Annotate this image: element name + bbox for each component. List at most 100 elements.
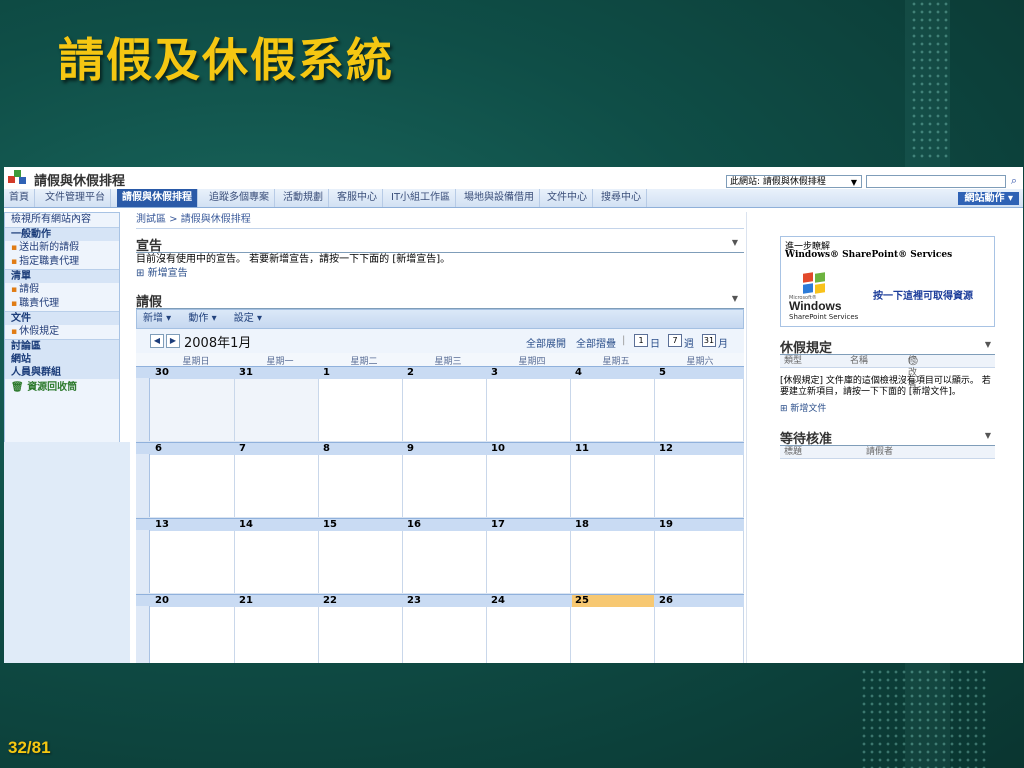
tab-room-equipment[interactable]: 場地與設備借用 bbox=[459, 189, 540, 207]
breadcrumb[interactable]: 測試區 > 請假與休假排程 bbox=[136, 212, 744, 229]
week-day-cells[interactable] bbox=[136, 531, 744, 594]
quicklaunch-header-people[interactable]: 人員與群組 bbox=[5, 366, 119, 379]
decor-dots bbox=[910, 0, 950, 160]
week-gutter bbox=[136, 454, 150, 517]
day-number[interactable]: 13 bbox=[152, 519, 169, 531]
calendar-week: 30 31 1 2 3 4 5 bbox=[136, 366, 744, 442]
month-view-link[interactable]: 月 bbox=[718, 335, 728, 350]
column-header-name[interactable]: 名稱 bbox=[850, 355, 868, 367]
month-view-icon[interactable]: 31 bbox=[702, 334, 716, 347]
day-number[interactable]: 5 bbox=[656, 367, 666, 379]
column-header-type[interactable]: 類型 bbox=[784, 355, 802, 367]
day-view-icon[interactable]: 1 bbox=[634, 334, 648, 347]
tab-search-center[interactable]: 搜尋中心 bbox=[596, 189, 647, 207]
quicklaunch-item-leave-rules[interactable]: ▪ 休假規定 bbox=[5, 325, 119, 339]
column-divider bbox=[746, 212, 747, 663]
chevron-down-icon[interactable]: ▼ bbox=[985, 430, 991, 440]
tab-it-workspace[interactable]: IT小組工作區 bbox=[386, 189, 457, 207]
quicklaunch-header-general[interactable]: 一般動作 bbox=[5, 227, 119, 241]
day-number[interactable]: 21 bbox=[236, 595, 253, 607]
windows-text: Windows bbox=[789, 299, 842, 313]
add-announcement-link[interactable]: ⊞ 新增宣告 bbox=[136, 267, 744, 281]
day-number[interactable]: 17 bbox=[488, 519, 505, 531]
announcements-empty-text: 目前沒有使用中的宣告。 若要新增宣告，請按一下下面的 [新增宣告]。 bbox=[136, 254, 451, 265]
settings-menu[interactable]: 設定 ▾ bbox=[234, 313, 262, 324]
day-number[interactable]: 14 bbox=[236, 519, 253, 531]
chevron-down-icon[interactable]: ▼ bbox=[732, 237, 738, 247]
tab-doc-platform[interactable]: 文件管理平台 bbox=[40, 189, 111, 207]
add-document-link[interactable]: ⊞ 新增文件 bbox=[780, 401, 995, 414]
tab-event-planning[interactable]: 活動規劃 bbox=[278, 189, 329, 207]
recycle-bin-link[interactable]: 🗑 資源回收筒 bbox=[5, 379, 119, 397]
tab-home[interactable]: 首頁 bbox=[4, 189, 35, 207]
day-number[interactable]: 30 bbox=[152, 367, 169, 379]
day-number-today[interactable]: 25 bbox=[572, 595, 654, 607]
week-view-link[interactable]: 週 bbox=[684, 335, 694, 350]
week-gutter bbox=[136, 530, 150, 593]
day-number[interactable]: 22 bbox=[320, 595, 337, 607]
quicklaunch-header-sites[interactable]: 網站 bbox=[5, 353, 119, 366]
expand-all-link[interactable]: 全部展開 bbox=[526, 335, 566, 350]
day-number[interactable]: 1 bbox=[320, 367, 330, 379]
day-number[interactable]: 10 bbox=[488, 443, 505, 455]
quicklaunch-item-delegate[interactable]: ▪ 職責代理 bbox=[5, 297, 119, 311]
collapse-all-link[interactable]: 全部摺疊 bbox=[576, 335, 616, 350]
day-number[interactable]: 6 bbox=[152, 443, 162, 455]
leave-rules-columns: 類型 名稱 ◯ 修改者 bbox=[780, 355, 995, 390]
day-number[interactable]: 2 bbox=[404, 367, 414, 379]
site-actions-button[interactable]: 網站動作 ▾ bbox=[958, 192, 1019, 205]
chevron-down-icon[interactable]: ▼ bbox=[985, 339, 991, 349]
quicklaunch-header-lists[interactable]: 清單 bbox=[5, 269, 119, 283]
view-all-content-link[interactable]: 檢視所有網站內容 bbox=[5, 213, 119, 227]
sharepoint-learn-more-panel: 進一步瞭解 Windows® SharePoint® Services Micr… bbox=[780, 236, 995, 327]
day-number[interactable]: 16 bbox=[404, 519, 421, 531]
day-number[interactable]: 18 bbox=[572, 519, 589, 531]
new-menu[interactable]: 新增 ▾ bbox=[143, 313, 171, 324]
week-view-icon[interactable]: 7 bbox=[668, 334, 682, 347]
week-day-cells[interactable] bbox=[136, 607, 744, 663]
week-day-cells[interactable] bbox=[136, 455, 744, 518]
quicklaunch-header-discussions[interactable]: 討論區 bbox=[5, 339, 119, 353]
week-date-bar: 20 21 22 23 24 25 26 bbox=[136, 594, 744, 607]
slide-page-number: 32/81 bbox=[8, 738, 51, 757]
day-number[interactable]: 9 bbox=[404, 443, 414, 455]
quicklaunch-item-submit-leave[interactable]: ▪ 送出新的請假 bbox=[5, 241, 119, 255]
week-day-cells[interactable] bbox=[136, 379, 744, 442]
next-month-icon[interactable]: ▶ bbox=[166, 334, 180, 348]
day-number[interactable]: 26 bbox=[656, 595, 673, 607]
quicklaunch-item-assign-delegate[interactable]: ▪ 指定職責代理 bbox=[5, 255, 119, 269]
day-view-link[interactable]: 日 bbox=[650, 335, 660, 350]
actions-menu[interactable]: 動作 ▾ bbox=[188, 313, 216, 324]
tab-track-projects[interactable]: 追蹤多個專案 bbox=[204, 189, 275, 207]
day-number[interactable]: 20 bbox=[152, 595, 169, 607]
chevron-down-icon[interactable]: ▼ bbox=[732, 293, 738, 303]
prev-month-icon[interactable]: ◀ bbox=[150, 334, 164, 348]
day-number[interactable]: 3 bbox=[488, 367, 498, 379]
tab-customer-service[interactable]: 客服中心 bbox=[332, 189, 383, 207]
day-number[interactable]: 11 bbox=[572, 443, 589, 455]
tab-document-center[interactable]: 文件中心 bbox=[542, 189, 593, 207]
search-scope-label: 此網站: 請假與休假排程 bbox=[730, 177, 826, 187]
sharepoint-screenshot: 請假與休假排程 此網站: 請假與休假排程 ▼ ⌕ 首頁 文件管理平台 請假與休假… bbox=[4, 167, 1023, 663]
quicklaunch-item-leave[interactable]: ▪ 請假 bbox=[5, 283, 119, 297]
quicklaunch-header-documents[interactable]: 文件 bbox=[5, 311, 119, 325]
day-number[interactable]: 24 bbox=[488, 595, 505, 607]
day-number[interactable]: 8 bbox=[320, 443, 330, 455]
column-header-requester[interactable]: 請假者 bbox=[866, 446, 893, 458]
search-input[interactable] bbox=[866, 175, 1006, 188]
get-resources-link[interactable]: 按一下這裡可取得資源 bbox=[873, 287, 973, 302]
day-number[interactable]: 15 bbox=[320, 519, 337, 531]
day-number[interactable]: 4 bbox=[572, 367, 582, 379]
day-number[interactable]: 31 bbox=[236, 367, 253, 379]
day-number[interactable]: 19 bbox=[656, 519, 673, 531]
leave-title: 請假 ▼ bbox=[136, 291, 744, 310]
day-number[interactable]: 23 bbox=[404, 595, 421, 607]
search-icon[interactable]: ⌕ bbox=[1007, 174, 1021, 188]
column-header-title[interactable]: 標題 bbox=[784, 446, 802, 458]
search-scope-select[interactable]: 此網站: 請假與休假排程 ▼ bbox=[726, 175, 862, 188]
day-number[interactable]: 7 bbox=[236, 443, 246, 455]
top-navigation: 首頁 文件管理平台 請假與休假排程 追蹤多個專案 活動規劃 客服中心 IT小組工… bbox=[4, 189, 1023, 208]
tab-leave-schedule[interactable]: 請假與休假排程 bbox=[117, 189, 198, 207]
day-number[interactable]: 12 bbox=[656, 443, 673, 455]
windows-logo: Microsoft® Windows SharePoint Services bbox=[789, 272, 858, 321]
